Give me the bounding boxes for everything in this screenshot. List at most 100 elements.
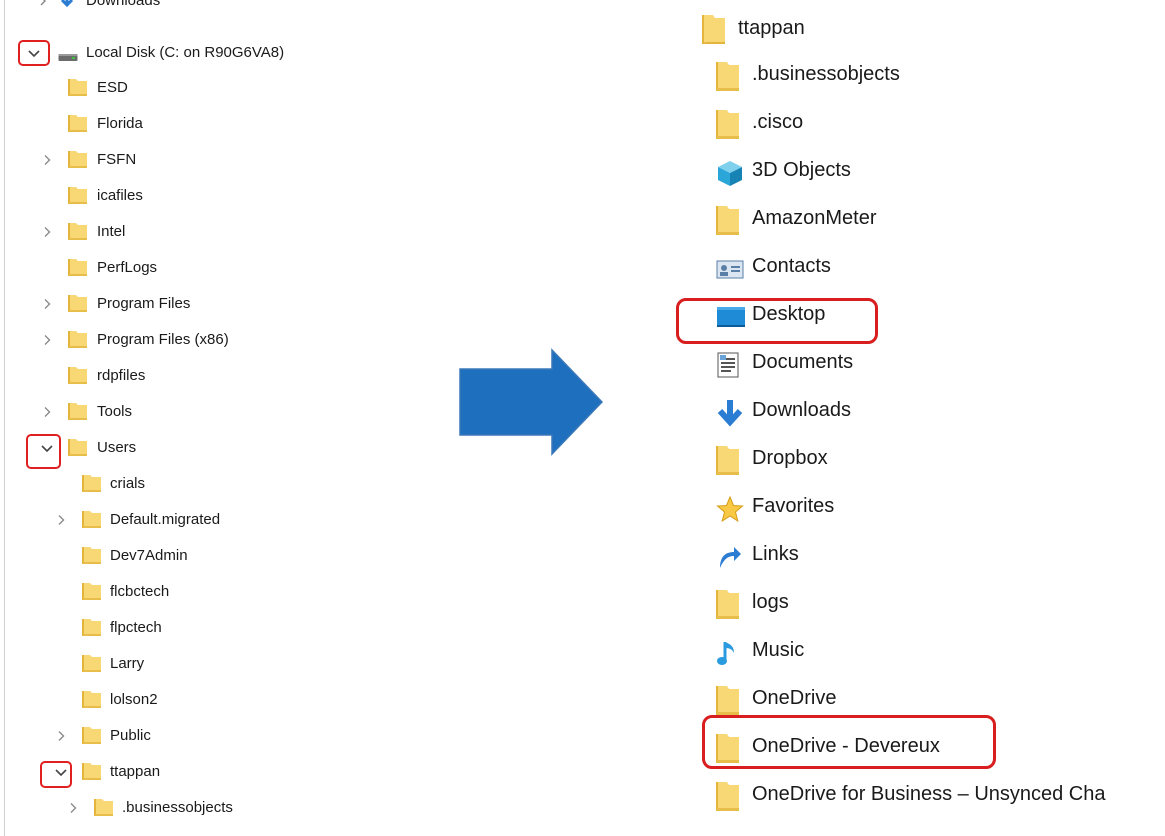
folder-label: Music — [752, 639, 805, 661]
3d-objects-icon — [716, 157, 748, 188]
folder-icon — [716, 445, 748, 476]
chevron-right-icon[interactable] — [40, 153, 54, 167]
tree-item[interactable]: Florida — [0, 109, 400, 139]
folder-label: Downloads — [752, 399, 851, 421]
tree-item[interactable]: FSFN — [0, 145, 400, 175]
tree-item-label: flpctech — [110, 619, 162, 636]
folder-icon — [94, 798, 114, 817]
tree-item[interactable]: Default.migrated — [0, 505, 400, 535]
folder-label: Documents — [752, 351, 854, 373]
tree-item[interactable]: Program Files — [0, 289, 400, 319]
tree-item-local-disk[interactable]: Local Disk (C: on R90G6VA8) — [18, 38, 398, 68]
chevron-right-icon[interactable] — [54, 513, 68, 527]
folder-icon — [82, 654, 102, 673]
tree-item[interactable]: Tools — [0, 397, 400, 427]
folder-label: Dropbox — [752, 447, 828, 469]
chevron-right-icon[interactable] — [36, 0, 50, 8]
chevron-right-icon[interactable] — [66, 801, 80, 815]
tree-item-label: icafiles — [97, 187, 143, 204]
folder-icon — [716, 589, 748, 620]
folder-item[interactable]: Links — [716, 534, 1156, 578]
tree-item[interactable]: Intel — [0, 217, 400, 247]
tree-item[interactable]: flcbctech — [0, 577, 400, 607]
folder-item[interactable]: Downloads — [716, 390, 1156, 434]
tree-item-label: ESD — [97, 79, 128, 96]
folder-label: Favorites — [752, 495, 835, 517]
folder-item[interactable]: logs — [716, 582, 1156, 626]
folder-icon — [82, 762, 102, 781]
folder-label: .businessobjects — [752, 63, 900, 85]
folder-item[interactable]: Contacts — [716, 246, 1156, 290]
chevron-down-icon[interactable] — [27, 46, 41, 60]
tree-item-label: flcbctech — [110, 583, 170, 600]
tree-item[interactable]: Public — [0, 721, 400, 751]
folder-label: ttappan — [738, 17, 805, 39]
downloads-icon — [58, 0, 76, 15]
navigation-tree-pane: Downloads Local Disk (C: on R90G6VA8) ES… — [0, 0, 420, 836]
folder-item[interactable]: Music — [716, 630, 1156, 674]
tree-item[interactable]: icafiles — [0, 181, 400, 211]
folder-root-ttappan[interactable]: ttappan — [702, 8, 1142, 52]
folder-label: OneDrive — [752, 687, 837, 709]
folder-item[interactable]: Documents — [716, 342, 1156, 386]
tree-item-label: Larry — [110, 655, 145, 672]
folder-icon — [82, 618, 102, 637]
tree-item-label: lolson2 — [110, 691, 158, 708]
folder-item[interactable]: Favorites — [716, 486, 1156, 530]
folder-icon — [68, 438, 88, 457]
tree-item[interactable]: crials — [0, 469, 400, 499]
folder-icon — [82, 546, 102, 565]
tree-item-label: Program Files (x86) — [97, 331, 229, 348]
tree-item[interactable]: PerfLogs — [0, 253, 400, 283]
folder-label: OneDrive for Business – Unsynced Cha — [752, 783, 1106, 805]
tree-item-label: Default.migrated — [110, 511, 221, 528]
chevron-right-icon[interactable] — [54, 729, 68, 743]
tree-item-label: Users — [97, 439, 137, 456]
folder-contents-pane: ttappan .businessobjects .cisco 3D Objects… — [676, 0, 1165, 836]
folder-item[interactable]: .cisco — [716, 102, 1156, 146]
chevron-right-icon[interactable] — [40, 333, 54, 347]
tree-item-label: Intel — [97, 223, 126, 240]
folder-item[interactable]: 3D Objects — [716, 150, 1156, 194]
folder-item[interactable]: .businessobjects — [716, 54, 1156, 98]
highlight-box-desktop — [676, 298, 878, 344]
tree-item[interactable]: Larry — [0, 649, 400, 679]
folder-label: Links — [752, 543, 799, 565]
folder-icon — [716, 61, 748, 92]
folder-icon — [68, 150, 88, 169]
drive-icon — [58, 49, 78, 61]
blue-arrow-icon — [458, 348, 604, 463]
highlight-box-onedrive-devereux — [702, 715, 996, 769]
folder-icon — [68, 366, 88, 385]
chevron-right-icon[interactable] — [40, 225, 54, 239]
folder-item[interactable]: Dropbox — [716, 438, 1156, 482]
chevron-right-icon[interactable] — [40, 405, 54, 419]
folder-icon — [68, 258, 88, 277]
contacts-icon — [716, 253, 748, 284]
folder-label: Contacts — [752, 255, 831, 277]
folder-label: 3D Objects — [752, 159, 851, 181]
downloads-icon — [716, 397, 748, 428]
tree-item-label: Florida — [97, 115, 143, 132]
tree-item-label: Dev7Admin — [110, 547, 188, 564]
tree-item[interactable]: Dev7Admin — [0, 541, 400, 571]
tree-item[interactable]: lolson2 — [0, 685, 400, 715]
folder-item[interactable]: OneDrive for Business – Unsynced Cha — [716, 774, 1156, 818]
tree-item[interactable]: .businessobjects — [0, 793, 400, 823]
tree-item[interactable]: rdpfiles — [0, 361, 400, 391]
chevron-right-icon[interactable] — [40, 297, 54, 311]
tree-item-label: PerfLogs — [97, 259, 158, 276]
tree-item-label: .businessobjects — [122, 799, 233, 816]
tree-item-label: ttappan — [110, 763, 161, 780]
folder-item[interactable]: AmazonMeter — [716, 198, 1156, 242]
folder-icon — [716, 109, 748, 140]
tree-item-label: Local Disk (C: on R90G6VA8) — [86, 44, 285, 61]
favorites-star-icon — [716, 493, 748, 524]
folder-icon — [68, 186, 88, 205]
folder-icon — [716, 205, 748, 236]
tree-item[interactable]: flpctech — [0, 613, 400, 643]
tree-item[interactable]: Program Files (x86) — [0, 325, 400, 355]
folder-label: logs — [752, 591, 789, 613]
tree-item-label: rdpfiles — [97, 367, 146, 384]
tree-item[interactable]: ESD — [0, 73, 400, 103]
